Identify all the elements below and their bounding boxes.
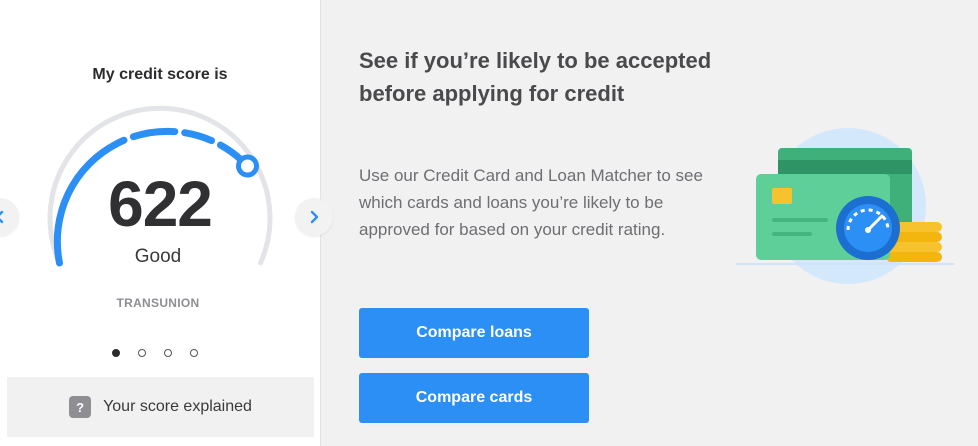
card-number-line — [772, 218, 828, 222]
credit-score-panel: My credit score is 622 Good TRANSUNION ?… — [0, 0, 321, 446]
card-chip — [772, 188, 792, 204]
next-score-button[interactable] — [295, 198, 333, 236]
credit-cards-speedometer-illustration — [736, 128, 954, 284]
promo-description: Use our Credit Card and Loan Matcher to … — [359, 166, 703, 239]
carousel-pagination — [112, 349, 198, 357]
speedometer-icon — [836, 196, 900, 260]
credit-score-band: Good — [134, 246, 182, 267]
back-card-stripe — [778, 160, 912, 174]
promo-headline: See if you’re likely to be accepted befo… — [359, 48, 712, 106]
credit-score-value: 622 — [108, 168, 213, 240]
score-explained-button[interactable]: ? Your score explained — [7, 377, 314, 437]
pagination-dot-1[interactable] — [112, 349, 120, 357]
pagination-dot-3[interactable] — [164, 349, 172, 357]
credit-bureau-label: TRANSUNION — [116, 296, 200, 310]
compare-cards-button[interactable]: Compare cards — [359, 373, 589, 423]
pagination-dot-2[interactable] — [138, 349, 146, 357]
question-icon: ? — [69, 396, 92, 418]
card-name-line — [772, 232, 812, 236]
score-title: My credit score is — [92, 66, 228, 83]
pagination-dot-4[interactable] — [190, 349, 198, 357]
compare-loans-button[interactable]: Compare loans — [359, 308, 589, 358]
chevron-left-icon — [0, 210, 4, 224]
score-explained-label: Your score explained — [103, 398, 252, 415]
chevron-right-icon — [310, 210, 319, 224]
